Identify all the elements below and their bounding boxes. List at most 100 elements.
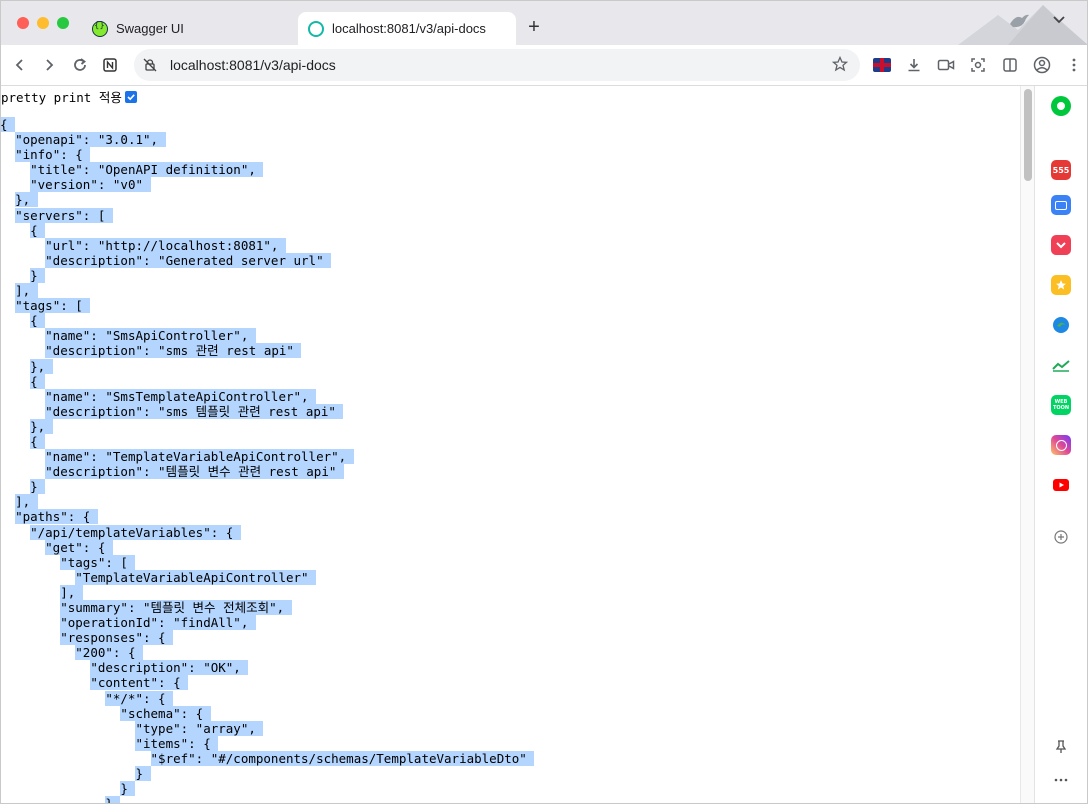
split-view-icon [1003,58,1017,72]
edge-icon[interactable] [1051,315,1071,335]
page-content: pretty print 적용 { "openapi": "3.0.1", "i… [0,86,1020,804]
json-line: "paths": { [15,509,98,525]
calendar-555-icon[interactable]: 555 [1051,160,1071,180]
capture-button[interactable] [968,55,988,75]
profile-icon [1033,56,1051,74]
toolbox-icon[interactable] [1051,195,1071,215]
pocket-icon[interactable] [1051,235,1071,255]
json-line: "/api/templateVariables": { [30,524,241,540]
instagram-icon[interactable] [1051,435,1071,455]
address-bar[interactable]: localhost:8081/v3/api-docs [134,49,860,81]
bookmark-star-icon[interactable] [831,55,849,77]
uk-flag-icon [873,58,891,72]
json-line: "description": "Generated server url" [45,252,332,268]
json-line: }, [15,192,38,208]
json-line: "name": "SmsApiController", [45,328,256,344]
pretty-print-toggle[interactable]: pretty print 적용 [1,87,137,106]
json-line: "summary": "템플릿 변수 전체조회", [60,600,292,615]
bird-icon [1010,14,1029,28]
capture-icon [971,58,985,72]
chart-icon[interactable] [1051,355,1071,375]
json-line: "description": "sms 템플릿 관련 rest api" [45,403,344,419]
tab-strip: Swagger UI localhost:8081/v3/api-docs + [0,0,1088,45]
json-line: "type": "array", [135,720,264,736]
tab-label: localhost:8081/v3/api-docs [332,21,486,36]
split-view-button[interactable] [1000,55,1020,75]
json-line: "url": "http://localhost:8081", [45,237,286,253]
more-icon[interactable] [1051,770,1071,790]
json-line: { [30,313,46,329]
arrow-right-icon [46,59,54,71]
json-line: }, [30,358,53,374]
toolbar-actions [872,55,1084,75]
youtube-icon[interactable] [1051,475,1071,495]
json-line: ], [15,494,38,510]
pretty-print-label: pretty print 적용 [1,90,122,105]
tab-swagger-ui[interactable]: Swagger UI [82,12,295,45]
forward-button[interactable] [38,54,60,76]
json-line: "description": "템플릿 변수 관련 rest api" [45,464,344,480]
vertical-scrollbar[interactable] [1020,86,1035,804]
json-line: { [0,117,16,132]
new-tab-button[interactable]: + [524,17,544,37]
json-line: "content": { [90,675,189,691]
json-line: }, [30,418,53,434]
json-line: "*/*": { [105,690,174,706]
json-line: ], [60,584,83,600]
json-line: "200": { [75,645,143,661]
json-line: "get": { [45,539,113,555]
json-code-view[interactable]: { "openapi": "3.0.1", "info": { "title":… [0,117,535,804]
json-line: { [30,222,46,238]
json-line: "version": "v0" [30,177,151,193]
profile-button[interactable] [1032,55,1052,75]
whale-icon[interactable] [1051,96,1071,116]
address-url: localhost:8081/v3/api-docs [170,57,336,73]
star-bookmark-icon[interactable] [1051,275,1071,295]
json-line: { [30,373,46,389]
json-line: "description": "sms 관련 rest api" [45,343,302,359]
reload-icon [74,58,86,71]
json-line: "description": "OK", [90,660,249,676]
notion-button[interactable] [99,54,121,76]
json-line: "openapi": "3.0.1", [15,132,166,148]
translate-flag-button[interactable] [872,55,892,75]
scrollbar-thumb[interactable] [1024,89,1032,181]
pin-icon[interactable] [1051,737,1071,757]
json-line: { [30,433,46,449]
json-line: "responses": { [60,630,174,646]
globe-icon [308,20,324,37]
browser-toolbar: localhost:8081/v3/api-docs [0,45,1088,86]
close-window-button[interactable] [17,17,29,29]
download-icon [908,59,920,72]
tab-api-docs[interactable]: localhost:8081/v3/api-docs [298,12,516,45]
webtoon-icon[interactable]: WEB TOON [1051,395,1071,415]
reload-button[interactable] [69,54,91,76]
tab-search-icon[interactable] [1052,12,1066,29]
add-icon[interactable] [1051,527,1071,547]
json-line: } [0,796,121,804]
json-line: } [120,781,136,797]
tab-label: Swagger UI [116,21,184,36]
json-line: "operationId": "findAll", [60,615,256,631]
download-button[interactable] [904,55,924,75]
minimize-window-button[interactable] [37,17,49,29]
json-line: "name": "TemplateVariableApiController", [45,449,354,465]
maximize-window-button[interactable] [57,17,69,29]
json-line: "items": { [135,735,219,751]
back-button[interactable] [9,54,31,76]
json-line: "tags": [ [60,554,136,570]
menu-button[interactable] [1064,55,1084,75]
json-line: "info": { [15,147,91,163]
json-line: "title": "OpenAPI definition", [30,162,264,178]
video-button[interactable] [936,55,956,75]
notion-icon [103,58,117,72]
json-line: } [30,267,46,283]
json-line: "tags": [ [15,298,91,314]
json-line: } [30,479,46,495]
side-panel: 555 WEB TOON [1034,86,1088,804]
checkmark-icon [127,93,135,100]
arrow-left-icon [15,59,23,71]
json-line: ], [15,283,38,299]
pretty-print-checkbox[interactable] [124,90,137,103]
not-secure-icon[interactable] [142,57,158,73]
